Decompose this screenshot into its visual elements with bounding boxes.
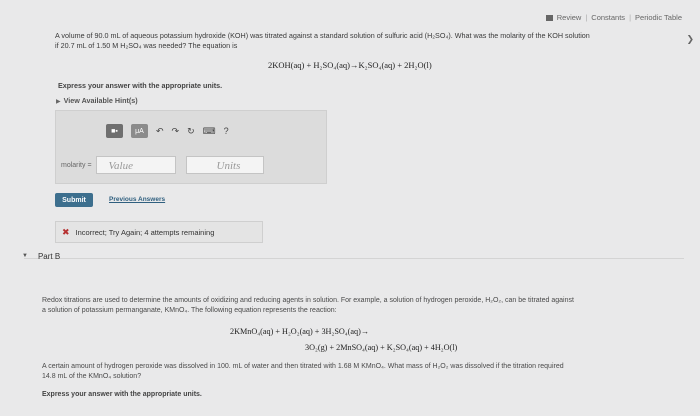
part-b-question-line2: 14.8 mL of the KMnO₄ solution? bbox=[42, 373, 142, 380]
hint-label: View Available Hint(s) bbox=[63, 96, 138, 105]
divider bbox=[24, 258, 684, 259]
part-b-paragraph: Redox titrations are used to determine t… bbox=[42, 296, 682, 316]
part-b-header[interactable]: ▼ Part B bbox=[22, 252, 60, 261]
question-equation: 2KOH(aq) + H₂SO₄(aq)→K₂SO₄(aq) + 2H₂O(l) bbox=[268, 60, 432, 70]
undo-icon[interactable]: ↶ bbox=[156, 126, 164, 137]
redo-icon[interactable]: ↷ bbox=[172, 126, 180, 137]
part-b-line1: Redox titrations are used to determine t… bbox=[42, 297, 574, 304]
help-icon[interactable]: ? bbox=[224, 126, 229, 136]
scroll-up-icon[interactable]: ❯ bbox=[686, 34, 694, 45]
answer-instruction: Express your answer with the appropriate… bbox=[58, 81, 223, 90]
part-b-equation-line2: 3O₂(g) + 2MnSO₄(aq) + K₂SO₄(aq) + 4H₂O(l… bbox=[305, 343, 458, 352]
units-button[interactable]: μA bbox=[131, 124, 148, 138]
answer-row: molarity = Value Units bbox=[61, 156, 264, 174]
incorrect-icon: ✖ bbox=[62, 226, 70, 237]
constants-link[interactable]: Constants bbox=[591, 13, 625, 22]
periodic-table-link[interactable]: Periodic Table bbox=[635, 13, 682, 22]
review-link[interactable]: Review bbox=[557, 13, 582, 22]
answer-toolbar: ■▪ μA ↶ ↷ ↻ ⌨ ? bbox=[106, 124, 229, 138]
collapse-icon: ▼ bbox=[22, 253, 28, 259]
submit-button[interactable]: Submit bbox=[55, 193, 93, 207]
part-b-instruction: Express your answer with the appropriate… bbox=[42, 391, 202, 398]
units-input[interactable]: Units bbox=[185, 156, 264, 174]
view-hints-link[interactable]: ▶ View Available Hint(s) bbox=[56, 96, 138, 105]
template-button[interactable]: ■▪ bbox=[106, 124, 123, 138]
feedback-banner: ✖ Incorrect; Try Again; 4 attempts remai… bbox=[55, 221, 263, 243]
part-b-line2: a solution of potassium permanganate, KM… bbox=[42, 307, 337, 314]
question-line1: A volume of 90.0 mL of aqueous potassium… bbox=[55, 31, 590, 40]
separator: | bbox=[629, 13, 632, 22]
question-line2: if 20.7 mL of 1.50 M H₂SO₄ was needed? T… bbox=[55, 41, 238, 50]
separator: | bbox=[585, 13, 588, 22]
part-b-question: A certain amount of hydrogen peroxide wa… bbox=[42, 362, 682, 382]
feedback-text: Incorrect; Try Again; 4 attempts remaini… bbox=[75, 227, 215, 237]
answer-box: ■▪ μA ↶ ↷ ↻ ⌨ ? molarity = Value Units bbox=[55, 110, 327, 184]
hint-expand-icon: ▶ bbox=[56, 99, 61, 105]
question-text: A volume of 90.0 mL of aqueous potassium… bbox=[55, 31, 675, 51]
part-b-equation-line1: 2KMnO₄(aq) + H₂O₂(aq) + 3H₂SO₄(aq)→ bbox=[230, 327, 370, 336]
part-b-label: Part B bbox=[37, 252, 61, 261]
previous-answers-link[interactable]: Previous Answers bbox=[109, 196, 165, 203]
top-links: Review | Constants | Periodic Table bbox=[545, 13, 682, 22]
value-input[interactable]: Value bbox=[95, 156, 176, 174]
molarity-label: molarity = bbox=[61, 161, 92, 169]
review-icon bbox=[545, 14, 553, 21]
part-b-question-line1: A certain amount of hydrogen peroxide wa… bbox=[42, 363, 564, 370]
reset-icon[interactable]: ↻ bbox=[187, 126, 195, 137]
keyboard-icon[interactable]: ⌨ bbox=[203, 126, 216, 137]
